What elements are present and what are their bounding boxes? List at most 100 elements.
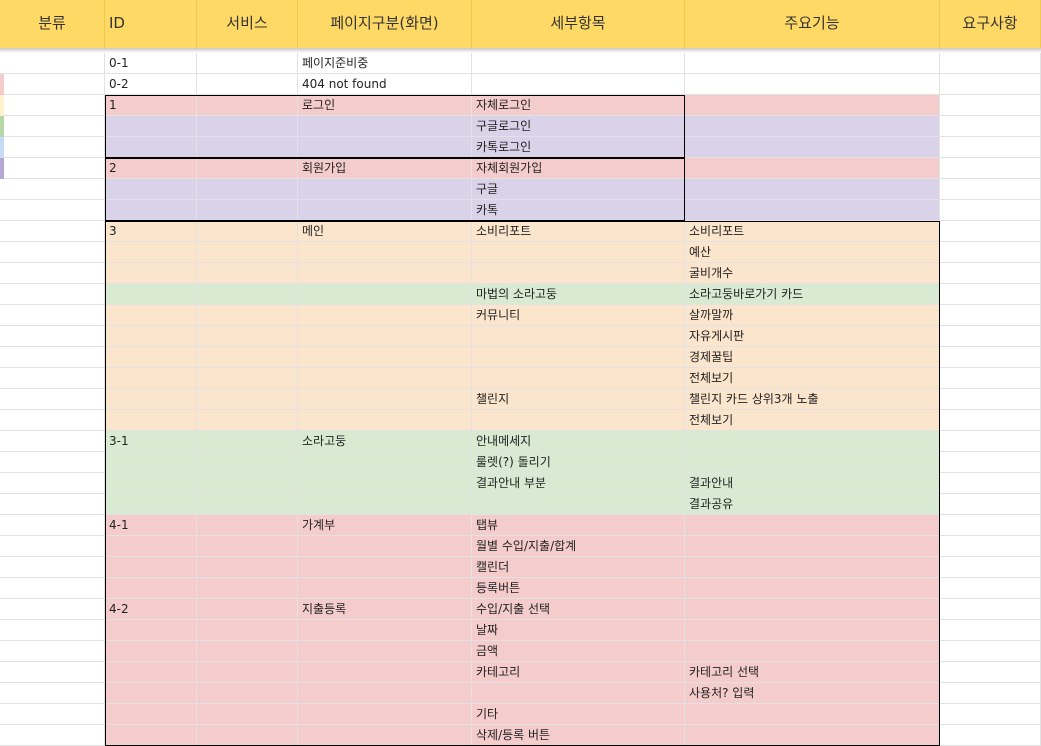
service-cell[interactable] (197, 116, 298, 137)
category-cell[interactable] (0, 137, 105, 158)
service-cell[interactable] (197, 389, 298, 410)
requirement-cell[interactable] (940, 599, 1041, 620)
category-cell[interactable] (0, 116, 105, 137)
requirement-cell[interactable] (940, 95, 1041, 116)
category-cell[interactable] (0, 95, 105, 116)
page-cell[interactable] (298, 389, 472, 410)
page-cell[interactable] (298, 137, 472, 158)
requirement-cell[interactable] (940, 389, 1041, 410)
id-cell[interactable] (105, 452, 197, 473)
id-cell[interactable]: 3 (105, 221, 197, 242)
detail-cell[interactable] (472, 74, 685, 95)
service-cell[interactable] (197, 620, 298, 641)
category-cell[interactable] (0, 305, 105, 326)
function-cell[interactable]: 전체보기 (685, 410, 940, 431)
id-cell[interactable] (105, 116, 197, 137)
id-cell[interactable]: 4-2 (105, 599, 197, 620)
service-cell[interactable] (197, 242, 298, 263)
service-cell[interactable] (197, 473, 298, 494)
service-cell[interactable] (197, 641, 298, 662)
id-cell[interactable] (105, 683, 197, 704)
function-cell[interactable] (685, 53, 940, 74)
function-cell[interactable]: 살까말까 (685, 305, 940, 326)
page-cell[interactable] (298, 200, 472, 221)
category-cell[interactable] (0, 557, 105, 578)
page-cell[interactable] (298, 263, 472, 284)
requirement-cell[interactable] (940, 410, 1041, 431)
id-cell[interactable] (105, 284, 197, 305)
page-cell[interactable] (298, 179, 472, 200)
category-cell[interactable] (0, 599, 105, 620)
function-cell[interactable]: 굴비개수 (685, 263, 940, 284)
category-cell[interactable] (0, 221, 105, 242)
service-cell[interactable] (197, 326, 298, 347)
function-cell[interactable]: 결과공유 (685, 494, 940, 515)
service-cell[interactable] (197, 263, 298, 284)
detail-cell[interactable]: 카톡로그인 (472, 137, 685, 158)
service-cell[interactable] (197, 200, 298, 221)
page-cell[interactable] (298, 452, 472, 473)
service-cell[interactable] (197, 515, 298, 536)
id-cell[interactable] (105, 662, 197, 683)
category-cell[interactable] (0, 683, 105, 704)
detail-cell[interactable]: 카톡 (472, 200, 685, 221)
header-id[interactable]: ID (105, 0, 197, 48)
requirement-cell[interactable] (940, 137, 1041, 158)
detail-cell[interactable]: 마법의 소라고둥 (472, 284, 685, 305)
function-cell[interactable] (685, 641, 940, 662)
function-cell[interactable] (685, 116, 940, 137)
function-cell[interactable]: 경제꿀팁 (685, 347, 940, 368)
detail-cell[interactable] (472, 53, 685, 74)
detail-cell[interactable]: 룰렛(?) 돌리기 (472, 452, 685, 473)
page-cell[interactable] (298, 242, 472, 263)
id-cell[interactable] (105, 368, 197, 389)
id-cell[interactable] (105, 557, 197, 578)
detail-cell[interactable]: 커뮤니티 (472, 305, 685, 326)
page-cell[interactable] (298, 557, 472, 578)
service-cell[interactable] (197, 662, 298, 683)
requirement-cell[interactable] (940, 683, 1041, 704)
function-cell[interactable] (685, 536, 940, 557)
detail-cell[interactable]: 안내메세지 (472, 431, 685, 452)
page-cell[interactable] (298, 347, 472, 368)
function-cell[interactable] (685, 137, 940, 158)
requirement-cell[interactable] (940, 179, 1041, 200)
id-cell[interactable]: 3-1 (105, 431, 197, 452)
category-cell[interactable] (0, 284, 105, 305)
requirement-cell[interactable] (940, 662, 1041, 683)
page-cell[interactable] (298, 326, 472, 347)
id-cell[interactable] (105, 536, 197, 557)
function-cell[interactable] (685, 431, 940, 452)
requirement-cell[interactable] (940, 305, 1041, 326)
function-cell[interactable] (685, 158, 940, 179)
page-cell[interactable] (298, 683, 472, 704)
service-cell[interactable] (197, 284, 298, 305)
service-cell[interactable] (197, 305, 298, 326)
header-requirement[interactable]: 요구사항 (940, 0, 1041, 48)
detail-cell[interactable]: 카테고리 (472, 662, 685, 683)
service-cell[interactable] (197, 410, 298, 431)
requirement-cell[interactable] (940, 326, 1041, 347)
page-cell[interactable]: 로그인 (298, 95, 472, 116)
detail-cell[interactable] (472, 347, 685, 368)
page-cell[interactable]: 메인 (298, 221, 472, 242)
requirement-cell[interactable] (940, 515, 1041, 536)
function-cell[interactable]: 사용처? 입력 (685, 683, 940, 704)
requirement-cell[interactable] (940, 473, 1041, 494)
detail-cell[interactable]: 구글로그인 (472, 116, 685, 137)
detail-cell[interactable]: 구글 (472, 179, 685, 200)
id-cell[interactable]: 0-1 (105, 53, 197, 74)
detail-cell[interactable] (472, 326, 685, 347)
id-cell[interactable] (105, 704, 197, 725)
service-cell[interactable] (197, 179, 298, 200)
detail-cell[interactable]: 소비리포트 (472, 221, 685, 242)
service-cell[interactable] (197, 137, 298, 158)
category-cell[interactable] (0, 242, 105, 263)
service-cell[interactable] (197, 683, 298, 704)
function-cell[interactable] (685, 515, 940, 536)
detail-cell[interactable]: 월별 수입/지출/합계 (472, 536, 685, 557)
page-cell[interactable]: 소라고둥 (298, 431, 472, 452)
detail-cell[interactable]: 결과안내 부분 (472, 473, 685, 494)
requirement-cell[interactable] (940, 578, 1041, 599)
id-cell[interactable] (105, 620, 197, 641)
